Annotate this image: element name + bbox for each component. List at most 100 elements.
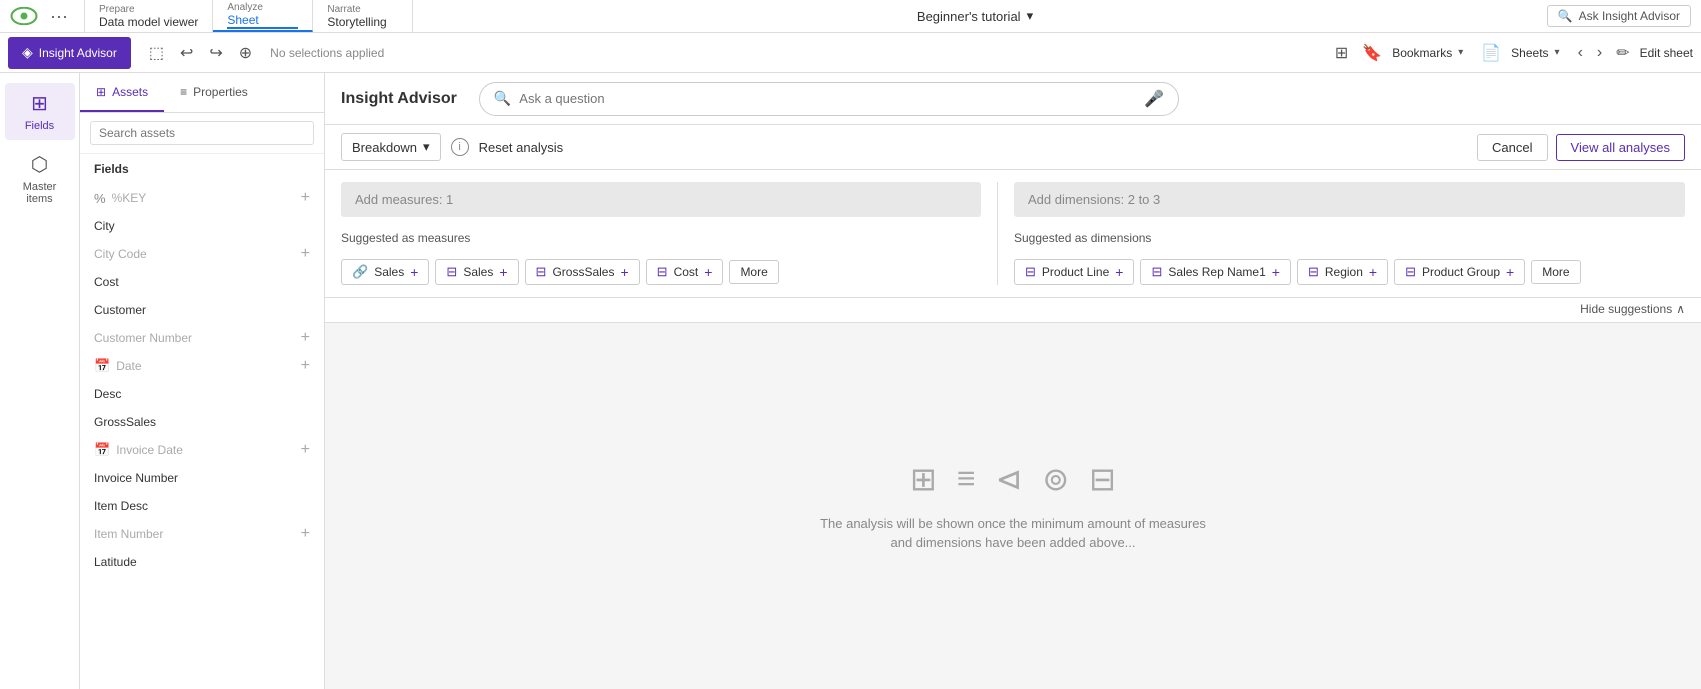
field-item[interactable]: Latitude + xyxy=(86,548,318,576)
sheets-chevron[interactable]: ▾ xyxy=(1555,47,1560,58)
field-name: Invoice Number xyxy=(94,471,178,485)
field-name: City Code xyxy=(94,247,147,261)
measure-chip[interactable]: ⊟ GrossSales + xyxy=(525,259,640,285)
field-name: Desc xyxy=(94,387,121,401)
funnel-icon: ⊲ xyxy=(996,460,1023,498)
redo-icon[interactable]: ↪ xyxy=(205,41,226,65)
master-items-icon: ⬡ xyxy=(31,152,48,177)
properties-tab-icon: ≡ xyxy=(180,85,187,99)
measure-chip[interactable]: ⊟ Cost + xyxy=(646,259,724,285)
ask-advisor-button[interactable]: 🔍 Ask Insight Advisor xyxy=(1547,5,1691,27)
chip-dimension-label: Product Line xyxy=(1042,265,1109,279)
add-disabled-icon: + xyxy=(301,357,310,375)
chip-measure-label: GrossSales xyxy=(552,265,614,279)
field-name: Item Desc xyxy=(94,499,148,513)
field-item[interactable]: Customer + xyxy=(86,296,318,324)
properties-tab-label: Properties xyxy=(193,85,248,99)
lasso-icon[interactable]: ⊕ xyxy=(235,41,256,65)
chip-add-icon[interactable]: + xyxy=(620,264,628,280)
insight-advisor-tab-button[interactable]: ◈ Insight Advisor xyxy=(8,37,131,69)
nav-back-icon[interactable]: ‹ xyxy=(1574,42,1587,64)
reset-analysis-button[interactable]: Reset analysis xyxy=(479,140,564,155)
field-item[interactable]: Invoice Number + xyxy=(86,464,318,492)
sheets-label[interactable]: Sheets xyxy=(1511,46,1548,60)
chip-add-icon[interactable]: + xyxy=(704,264,712,280)
undo-icon[interactable]: ↩ xyxy=(176,41,197,65)
tab-assets[interactable]: ⊞ Assets xyxy=(80,73,164,112)
chip-add-icon[interactable]: + xyxy=(1115,264,1123,280)
sidebar-item-master-items[interactable]: ⬡ Master items xyxy=(5,144,75,213)
dimension-chip[interactable]: ⊟ Product Line + xyxy=(1014,259,1134,285)
dimension-chip[interactable]: ⊟ Region + xyxy=(1297,259,1388,285)
calendar-icon: 📅 xyxy=(94,358,110,374)
chip-add-icon[interactable]: + xyxy=(499,264,507,280)
dimension-chip[interactable]: ⊟ Sales Rep Name1 + xyxy=(1140,259,1290,285)
field-item[interactable]: Desc + xyxy=(86,380,318,408)
field-item: City Code + xyxy=(86,240,318,268)
toolbar-icons: ⬚ ↩ ↪ ⊕ xyxy=(145,41,256,65)
ia-search-input[interactable] xyxy=(519,91,1136,106)
chip-measure-icon: ⊟ xyxy=(657,264,668,280)
more-dimensions-button[interactable]: More xyxy=(1531,260,1580,284)
sheets-icon[interactable]: 📄 xyxy=(1477,41,1505,65)
field-item-left: GrossSales xyxy=(94,415,156,429)
grid-icon[interactable]: ⊞ xyxy=(1331,41,1352,65)
empty-text-line2: and dimensions have been added above... xyxy=(820,533,1206,553)
field-item[interactable]: GrossSales + xyxy=(86,408,318,436)
cancel-button[interactable]: Cancel xyxy=(1477,134,1547,161)
breakdown-button[interactable]: Breakdown ▾ xyxy=(341,133,441,161)
empty-state-text: The analysis will be shown once the mini… xyxy=(820,514,1206,553)
analyze-nav[interactable]: Analyze Sheet xyxy=(213,0,313,32)
chevron-up-icon: ∧ xyxy=(1676,302,1685,316)
sidebar-item-fields[interactable]: ⊞ Fields xyxy=(5,83,75,140)
hide-suggestions-label: Hide suggestions xyxy=(1580,302,1672,316)
field-item-left: 📅Date xyxy=(94,358,142,374)
narrate-nav[interactable]: Narrate Storytelling xyxy=(313,0,413,32)
fields-label: Fields xyxy=(25,120,54,132)
search-assets-input[interactable] xyxy=(90,121,314,145)
edit-icon[interactable]: ✏ xyxy=(1612,41,1633,65)
field-item[interactable]: Cost + xyxy=(86,268,318,296)
logo-area: ··· xyxy=(0,0,85,32)
edit-sheet-label[interactable]: Edit sheet xyxy=(1640,46,1693,60)
selection-box-icon[interactable]: ⬚ xyxy=(145,41,168,65)
nav-center: Beginner's tutorial ▾ xyxy=(413,0,1536,32)
field-item: 📅Invoice Date + xyxy=(86,436,318,464)
field-name: %KEY xyxy=(112,191,147,205)
chip-add-icon[interactable]: + xyxy=(1369,264,1377,280)
bookmarks-chevron[interactable]: ▾ xyxy=(1458,47,1463,58)
more-options-icon[interactable]: ··· xyxy=(44,6,74,27)
field-item-left: Invoice Number xyxy=(94,471,178,485)
breakdown-label: Breakdown xyxy=(352,140,417,155)
measure-chip[interactable]: 🔗 Sales + xyxy=(341,259,429,285)
view-all-analyses-button[interactable]: View all analyses xyxy=(1556,134,1685,161)
field-item[interactable]: Item Desc + xyxy=(86,492,318,520)
field-item-left: City Code xyxy=(94,247,147,261)
assets-panel: ⊞ Assets ≡ Properties Fields %%KEY + Cit… xyxy=(80,73,325,689)
more-measures-button[interactable]: More xyxy=(729,260,778,284)
dimension-chip[interactable]: ⊟ Product Group + xyxy=(1394,259,1525,285)
microphone-icon[interactable]: 🎤 xyxy=(1144,89,1164,109)
field-item-left: City xyxy=(94,219,115,233)
info-icon[interactable]: i xyxy=(451,138,469,156)
tab-properties[interactable]: ≡ Properties xyxy=(164,73,264,112)
prepare-nav[interactable]: Prepare Data model viewer xyxy=(85,0,213,32)
field-name: Customer xyxy=(94,303,146,317)
left-panel: ⊞ Fields ⬡ Master items xyxy=(0,73,80,689)
app-title-btn[interactable]: Beginner's tutorial ▾ xyxy=(917,8,1033,24)
chip-measure-label: Sales xyxy=(374,265,404,279)
chip-add-icon[interactable]: + xyxy=(1272,264,1280,280)
chip-add-icon[interactable]: + xyxy=(410,264,418,280)
measure-chip[interactable]: ⊟ Sales + xyxy=(435,259,518,285)
field-item[interactable]: City + xyxy=(86,212,318,240)
search-assets-container xyxy=(80,113,324,154)
field-name: Invoice Date xyxy=(116,443,183,457)
chip-add-icon[interactable]: + xyxy=(1506,264,1514,280)
table-icon: ⊞ xyxy=(910,460,937,498)
nav-forward-icon[interactable]: › xyxy=(1593,42,1606,64)
bookmarks-label[interactable]: Bookmarks xyxy=(1392,46,1452,60)
add-disabled-icon: + xyxy=(301,329,310,347)
bookmarks-icon[interactable]: 🔖 xyxy=(1358,41,1386,65)
hide-suggestions-button[interactable]: Hide suggestions ∧ xyxy=(1580,302,1685,316)
scatter-icon: ⊚ xyxy=(1042,460,1069,498)
